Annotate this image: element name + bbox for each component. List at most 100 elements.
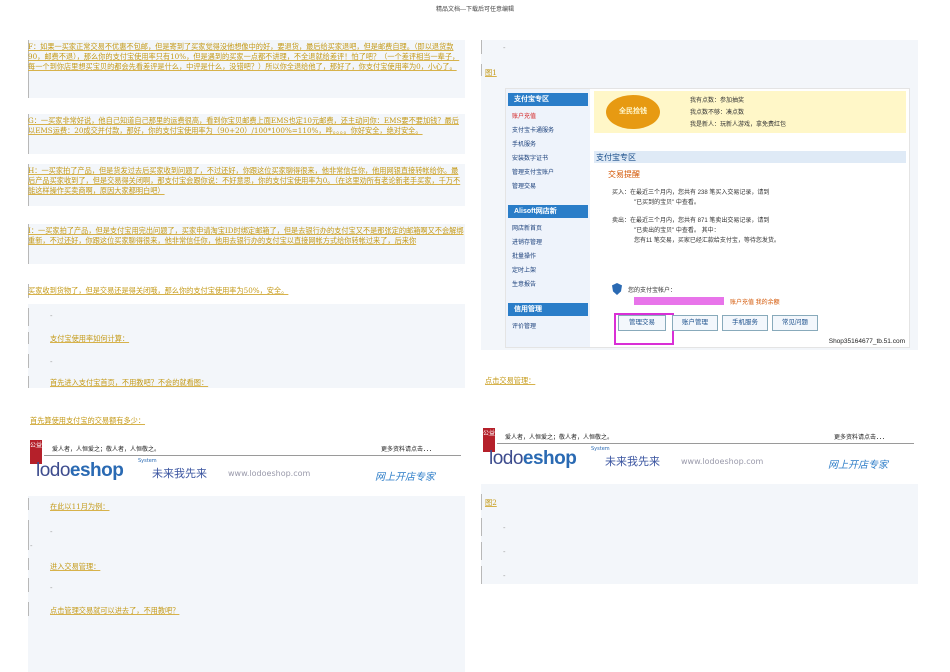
buy-line-2[interactable]: "已买到的宝贝" 中查看。	[634, 197, 700, 206]
link-november-example[interactable]: 在此以11月为例：	[50, 502, 109, 512]
margin-bar	[28, 602, 29, 616]
dash-marker: -	[503, 548, 506, 556]
sidebar-item-report[interactable]: 生意报告	[512, 279, 536, 288]
dash-marker: -	[50, 528, 53, 536]
dash-marker: -	[503, 572, 506, 580]
banner-expert: 网上开店专家	[828, 460, 888, 471]
margin-bar	[481, 566, 482, 584]
banner-motto: 爱人者，人恒爱之；敬人者，人恒敬之。	[52, 446, 161, 453]
promo-line[interactable]: 我有点数：参加抽奖	[690, 95, 744, 104]
lodoeshop-logo: lodoeshop	[36, 460, 124, 481]
link-click-trade-mgmt[interactable]: 点击交易管理：	[485, 376, 535, 386]
banner-rule	[44, 455, 461, 456]
dash-marker: -	[30, 542, 33, 550]
banner-url[interactable]: www.lodoeshop.com	[681, 457, 763, 466]
faq-button[interactable]: 常见问题	[772, 315, 818, 331]
right-column: - 图1 支付宝专区 账户充值 支付宝卡通服务 手机服务 安装数字证书 管理支付…	[481, 40, 918, 672]
promo-badge: 全民捡钱	[606, 95, 660, 129]
margin-bar	[28, 498, 29, 510]
sell-line-2[interactable]: "已卖出的宝贝" 中查看。 其中：	[634, 225, 720, 234]
figure-1-label[interactable]: 图1	[485, 68, 497, 78]
promo-banner[interactable]: 公益 爱人者，人恒爱之；敬人者，人恒敬之。 更多资料请点击．．． lodoesh…	[481, 426, 918, 476]
sidebar-item-inventory[interactable]: 进销存管理	[512, 237, 542, 246]
link-enter-trade-mgmt[interactable]: 进入交易管理：	[50, 562, 100, 572]
trade-reminder-box: 交易提醒 买入：在最近三个月内，您共有 238 笔买入交易记录，请到 "已买到的…	[594, 165, 906, 345]
link-homepage[interactable]: 首先进入支付宝首页，不用教吧？不会的就看图：	[50, 378, 208, 388]
account-links[interactable]: 账户充值 我的余额	[730, 297, 780, 306]
margin-bar	[28, 578, 29, 592]
sidebar-item-shop-home[interactable]: 网店新首页	[512, 223, 542, 232]
sidebar-item-cert[interactable]: 安装数字证书	[512, 153, 548, 162]
banner-motto: 爱人者，人恒爱之；敬人者，人恒敬之。	[505, 434, 614, 441]
banner-expert: 网上开店专家	[375, 472, 435, 483]
page-header: 精品文档---下载后可任意编辑	[435, 6, 515, 13]
shield-icon	[612, 283, 622, 295]
banner-more-link[interactable]: 更多资料请点击．．．	[381, 444, 435, 453]
shaded-block	[481, 484, 918, 584]
shaded-block	[28, 304, 465, 388]
banner-slogan: 未来我先来	[605, 455, 660, 468]
sell-line-3: 您有11 笔交易，买家已经汇款给支付宝，等待您发货。	[634, 238, 780, 244]
sidebar-item-trade[interactable]: 管理交易	[512, 181, 536, 190]
link-usage-calc[interactable]: 支付宝使用率如何计算：	[50, 334, 129, 344]
margin-bar	[28, 332, 29, 344]
paragraph-h: H：一买家拍了产品，但是货发过去后买家收到问题了，不过还好，你跟这位买家聊得很来…	[28, 166, 461, 196]
link-click-manage[interactable]: 点击管理交易就可以进去了，不用教吧？	[50, 606, 179, 616]
shop-watermark: Shop35164677_tb.51.com	[828, 338, 905, 345]
dash-marker: -	[503, 44, 506, 52]
margin-bar	[481, 518, 482, 536]
banner-slogan: 未来我先来	[152, 467, 207, 480]
sidebar-item-batch[interactable]: 批量操作	[512, 251, 536, 260]
sidebar-item-account[interactable]: 管理支付宝账户	[512, 167, 554, 176]
margin-bar	[481, 494, 482, 510]
alipay-screenshot: 支付宝专区 账户充值 支付宝卡通服务 手机服务 安装数字证书 管理支付宝账户 管…	[505, 88, 910, 348]
account-manage-button[interactable]: 账户管理	[672, 315, 718, 331]
link-trade-amount[interactable]: 首先算使用支付宝的交易额有多少：	[30, 416, 145, 426]
banner-more-link[interactable]: 更多资料请点击．．．	[834, 432, 888, 441]
mobile-service-button[interactable]: 手机服务	[722, 315, 768, 331]
reminder-title: 交易提醒	[608, 170, 640, 179]
margin-bar	[28, 354, 29, 368]
sidebar-item-mobile[interactable]: 手机服务	[512, 139, 536, 148]
promo-line[interactable]: 我点数不够：凑点数	[690, 107, 744, 116]
margin-bar	[28, 308, 29, 326]
buy-line-1: 买入：在最近三个月内，您共有 238 笔买入交易记录，请到	[612, 190, 770, 196]
sidebar-section-alisoft[interactable]: Alisoft网店新	[508, 205, 588, 218]
margin-bar	[28, 520, 29, 550]
margin-bar	[28, 558, 29, 570]
paragraph-j: 买家收到货物了，但是交易还是得关闭哦，那么你的支付宝使用率为50%，安全。	[28, 286, 289, 295]
sidebar-item-recharge[interactable]: 账户充值	[512, 111, 536, 120]
sidebar-item-schedule[interactable]: 定时上架	[512, 265, 536, 274]
lodoeshop-logo: lodoeshop	[489, 448, 577, 469]
alipay-zone-heading: 支付宝专区	[594, 151, 906, 163]
dash-marker: -	[50, 584, 53, 592]
paragraph-g: G：一买家非常好说，他自己知道自己那里的运费很高，看到你宝贝邮费上面EMS也定1…	[28, 116, 459, 136]
promo-banner[interactable]: 公益 爱人者，人恒爱之；敬人者，人恒敬之。 更多资料请点击．．． lodoesh…	[28, 438, 465, 488]
logo-system-label: System	[591, 446, 610, 452]
manage-trade-button[interactable]: 管理交易	[618, 315, 666, 331]
promo-area: 全民捡钱 我有点数：参加抽奖 我点数不够：凑点数 我是新人：玩新人游戏，拿免费红…	[594, 91, 906, 133]
paragraph-f: F：如果一买家正常交易不优惠不包邮，但是寄到了买家觉得没他想像中的好，要退货，最…	[28, 42, 460, 72]
banner-rule	[497, 443, 914, 444]
logo-system-label: System	[138, 458, 157, 464]
dash-marker: -	[503, 524, 506, 532]
paragraph-i: I：一买家拍了产品，但是支付宝用完出问题了，买家申请淘宝ID时绑定邮箱了，但是去…	[28, 226, 464, 246]
account-label: 您的支付宝帐户：	[628, 288, 677, 294]
margin-bar	[481, 40, 482, 54]
margin-bar	[481, 64, 482, 76]
alipay-sidebar: 支付宝专区 账户充值 支付宝卡通服务 手机服务 安装数字证书 管理支付宝账户 管…	[506, 89, 590, 347]
sell-line-1: 卖出：在最近三个月内，您共有 871 笔卖出交易记录，请到	[612, 218, 770, 224]
shaded-block	[28, 496, 465, 672]
left-column: F：如果一买家正常交易不优惠不包邮，但是寄到了买家觉得没他想像中的好，要退货，最…	[28, 40, 465, 672]
dash-marker: -	[50, 358, 53, 366]
figure-2-label[interactable]: 图2	[485, 498, 497, 508]
promo-line[interactable]: 我是新人：玩新人游戏，拿免费红包	[690, 119, 786, 128]
banner-url[interactable]: www.lodoeshop.com	[228, 469, 310, 478]
redacted-account-highlight	[634, 297, 724, 305]
sidebar-section-credit[interactable]: 信用管理	[508, 303, 588, 316]
margin-bar	[28, 376, 29, 388]
dash-marker: -	[50, 312, 53, 320]
sidebar-section-alipay[interactable]: 支付宝专区	[508, 93, 588, 106]
sidebar-item-rating[interactable]: 评价管理	[512, 321, 536, 330]
sidebar-item-kt[interactable]: 支付宝卡通服务	[512, 125, 554, 134]
